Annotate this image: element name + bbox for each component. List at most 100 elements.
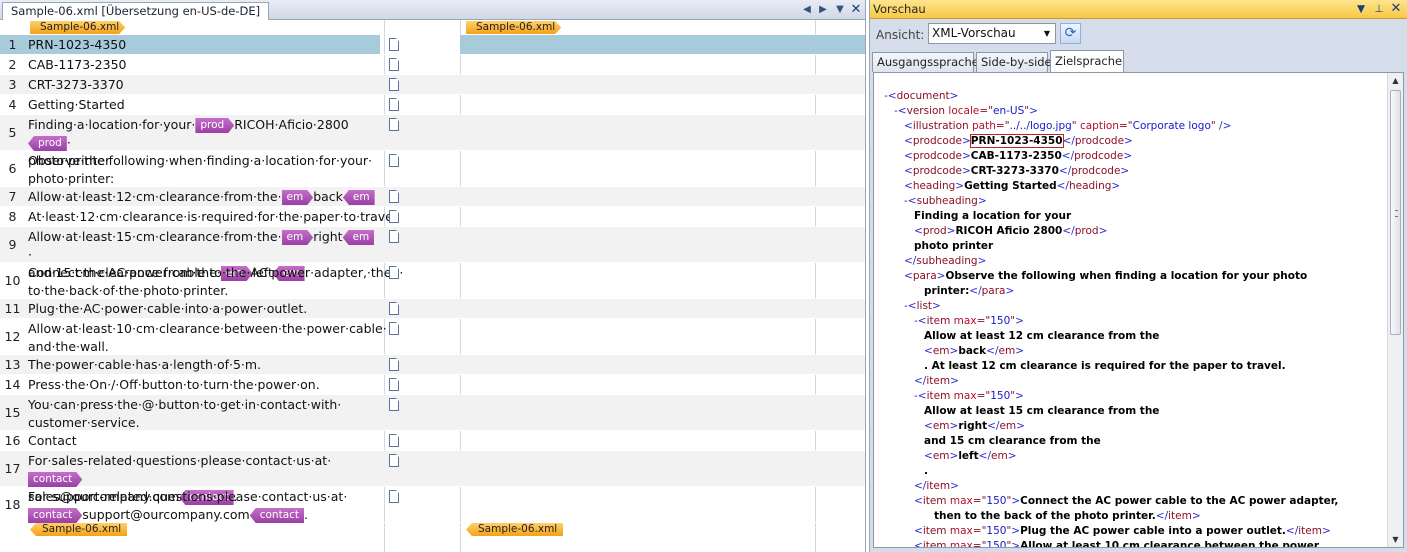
source-segment-text[interactable]: Plug·the·AC·power·cable·into·a·power·out… bbox=[25, 299, 380, 318]
target-segment-cell[interactable] bbox=[460, 35, 865, 54]
target-segment-cell[interactable] bbox=[460, 75, 865, 94]
segment-number: 9 bbox=[8, 237, 17, 252]
segment-row[interactable]: 1 PRN-1023-4350 bbox=[0, 35, 865, 55]
segment-number: 17 bbox=[4, 461, 21, 476]
segment-row[interactable]: 5 Finding·a·location·for·your· prod RICOH·A… bbox=[0, 115, 865, 168]
source-segment-text[interactable]: Getting·Started bbox=[25, 95, 380, 114]
inline-tag-open[interactable]: contact bbox=[28, 472, 82, 487]
source-segment-text[interactable]: PRN-1023-4350 bbox=[25, 35, 380, 54]
segment-text-run: RICOH·Aficio·2800 bbox=[234, 117, 349, 132]
scroll-down-icon[interactable]: ▼ bbox=[1388, 532, 1403, 547]
source-segment-text[interactable]: Finding·a·location·for·your· prod RICOH·Af… bbox=[25, 115, 380, 168]
target-segment-cell[interactable] bbox=[460, 55, 865, 74]
scroll-left-icon[interactable]: ◀ bbox=[800, 3, 814, 17]
xml-tag: </item> bbox=[914, 375, 959, 387]
scrollbar-thumb[interactable] bbox=[1390, 90, 1401, 335]
segment-row[interactable]: 7 Allow·at·least·12·cm·clearance·from·the… bbox=[0, 187, 865, 222]
target-segment-cell[interactable] bbox=[460, 95, 865, 114]
tab-side-by-side[interactable]: Side-by-side bbox=[976, 52, 1052, 72]
xml-attribute-name: max bbox=[949, 540, 973, 547]
inline-tag-close[interactable]: contact bbox=[249, 508, 305, 523]
source-segment-text[interactable]: You·can·press·the·@·button·to·get·in·con… bbox=[25, 395, 380, 430]
pin-icon[interactable]: ⊥ bbox=[1372, 2, 1386, 16]
preview-toolbar: Ansicht: XML-Vorschau ▼ ⟳ bbox=[870, 20, 1407, 50]
source-segment-text[interactable]: Observe·the·following·when·finding·a·loc… bbox=[25, 151, 380, 186]
segment-row[interactable]: 3 CRT-3273-3370 bbox=[0, 75, 865, 95]
segment-row[interactable]: 6 Observe·the·following·when·finding·a·lo… bbox=[0, 151, 865, 187]
source-segment-text[interactable]: Allow·at·least·12·cm·clearance·from·the·… bbox=[25, 187, 380, 222]
chevron-down-icon[interactable]: ▼ bbox=[1039, 24, 1055, 43]
segment-text-run: At·least·12·cm·clearance·is·required·for… bbox=[28, 209, 401, 224]
scroll-up-icon[interactable]: ▲ bbox=[1388, 73, 1403, 88]
xml-tag: <list> bbox=[907, 300, 941, 312]
vertical-scrollbar[interactable]: ▲ ▼ bbox=[1387, 73, 1403, 547]
xml-tag: <document> bbox=[887, 90, 959, 102]
target-segment-cell[interactable] bbox=[460, 299, 865, 318]
source-file-end-tag: Sample-06.xml bbox=[30, 523, 128, 536]
tab-ausgangssprache[interactable]: Ausgangssprache bbox=[872, 52, 979, 72]
target-segment-cell[interactable] bbox=[460, 115, 865, 150]
segment-row[interactable]: 2 CAB-1173-2350 bbox=[0, 55, 865, 75]
xml-text: Plug the AC power cable into a power out… bbox=[1020, 525, 1286, 537]
inline-tag-open[interactable]: prod bbox=[195, 118, 234, 133]
target-segment-cell[interactable] bbox=[460, 151, 865, 186]
target-segment-cell[interactable] bbox=[460, 187, 865, 206]
source-segment-text[interactable]: Allow·at·least·15·cm·clearance·from·the·… bbox=[25, 227, 380, 281]
inline-tag-open[interactable]: contact bbox=[28, 508, 82, 523]
tab-zielsprache[interactable]: Zielsprache bbox=[1050, 50, 1124, 72]
segment-row[interactable]: 10 Connect·the·AC·power·cable·to·the·AC·p… bbox=[0, 263, 865, 299]
segment-row[interactable]: 13 The·power·cable·has·a·length·of·5·m. bbox=[0, 355, 865, 375]
target-segment-cell[interactable] bbox=[460, 355, 865, 374]
target-segment-cell[interactable] bbox=[460, 375, 865, 394]
segment-row[interactable]: 14 Press·the·On·/·Off·button·to·turn·the·… bbox=[0, 375, 865, 395]
pane-menu-dropdown-icon[interactable]: ▼ bbox=[1354, 2, 1368, 16]
xml-tag: =" bbox=[1118, 120, 1133, 132]
document-tab[interactable]: Sample-06.xml [Übersetzung en-US-de-DE] bbox=[2, 2, 270, 20]
refresh-button[interactable]: ⟳ bbox=[1060, 23, 1081, 44]
target-segment-cell[interactable] bbox=[460, 263, 865, 298]
source-segment-text[interactable]: CAB-1173-2350 bbox=[25, 55, 380, 74]
tab-list-dropdown-icon[interactable]: ▼ bbox=[833, 3, 847, 17]
segment-row[interactable]: 12 Allow·at·least·10·cm·clearance·between… bbox=[0, 319, 865, 355]
segment-row[interactable]: 17 For·sales-related·questions·please·con… bbox=[0, 451, 865, 505]
inline-tag-close[interactable]: em bbox=[342, 230, 375, 245]
target-segment-cell[interactable] bbox=[460, 395, 865, 430]
untranslated-document-icon bbox=[389, 398, 399, 411]
inline-tag-close[interactable]: em bbox=[342, 190, 375, 205]
source-segment-text[interactable]: Allow·at·least·10·cm·clearance·between·t… bbox=[25, 319, 387, 354]
xml-text: Finding a location for your bbox=[914, 210, 1072, 222]
close-icon[interactable]: ✕ bbox=[849, 3, 863, 17]
segment-row[interactable]: 9 Allow·at·least·15·cm·clearance·from·the… bbox=[0, 227, 865, 281]
xml-tag: "> bbox=[1006, 495, 1021, 507]
source-segment-text[interactable]: Connect·the·AC·power·cable·to·the·AC·pow… bbox=[25, 263, 403, 298]
inline-tag-close[interactable]: prod bbox=[28, 136, 67, 151]
target-segment-cell[interactable] bbox=[460, 207, 865, 226]
source-segment-text[interactable]: CRT-3273-3370 bbox=[25, 75, 380, 94]
segment-text-run: PRN-1023-4350 bbox=[28, 37, 127, 52]
inline-tag-open[interactable]: em bbox=[282, 230, 314, 245]
source-segment-text[interactable]: For·sales-related·questions·please·conta… bbox=[25, 451, 380, 505]
source-segment-text[interactable]: Contact bbox=[25, 431, 380, 450]
segment-row[interactable]: 4 Getting·Started bbox=[0, 95, 865, 115]
inline-tag-open[interactable]: em bbox=[282, 190, 314, 205]
target-segment-cell[interactable] bbox=[460, 431, 865, 450]
segment-row[interactable]: 15 You·can·press·the·@·button·to·get·in·c… bbox=[0, 395, 865, 431]
scroll-right-icon[interactable]: ▶ bbox=[816, 3, 830, 17]
source-segment-text[interactable]: At·least·12·cm·clearance·is·required·for… bbox=[25, 207, 400, 226]
xml-tag: =" bbox=[972, 495, 987, 507]
source-segment-text[interactable]: Press·the·On·/·Off·button·to·turn·the·po… bbox=[25, 375, 380, 394]
segment-row[interactable]: 8 At·least·12·cm·clearance·is·required·fo… bbox=[0, 207, 865, 227]
segment-number: 18 bbox=[4, 497, 21, 512]
view-select[interactable]: XML-Vorschau ▼ bbox=[928, 23, 1056, 44]
target-segment-cell[interactable] bbox=[460, 451, 865, 486]
segment-row[interactable]: 18 For·support-related·questions·please·c… bbox=[0, 487, 865, 523]
source-segment-text[interactable]: For·support-related·questions·please·con… bbox=[25, 487, 380, 523]
target-segment-cell[interactable] bbox=[460, 319, 865, 354]
segment-row[interactable]: 11 Plug·the·AC·power·cable·into·a·power·o… bbox=[0, 299, 865, 319]
close-icon[interactable]: ✕ bbox=[1389, 2, 1403, 16]
segment-status bbox=[384, 151, 460, 186]
target-segment-cell[interactable] bbox=[460, 487, 865, 522]
target-segment-cell[interactable] bbox=[460, 227, 865, 262]
segment-row[interactable]: 16 Contact bbox=[0, 431, 865, 451]
source-segment-text[interactable]: The·power·cable·has·a·length·of·5·m. bbox=[25, 355, 380, 374]
